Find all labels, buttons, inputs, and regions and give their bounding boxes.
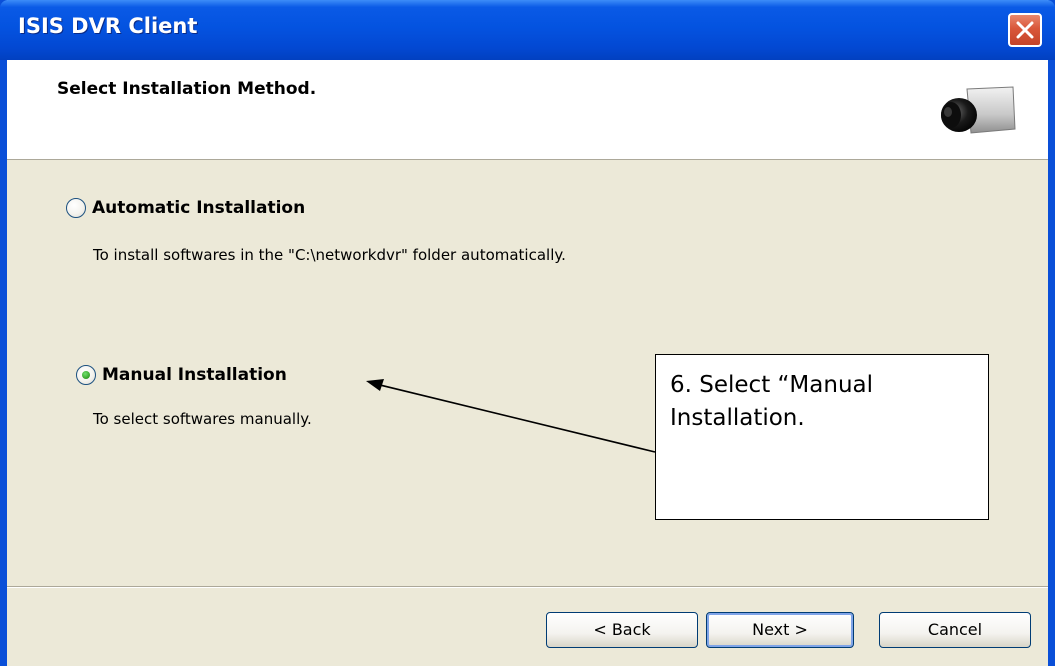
window-title: ISIS DVR Client: [18, 14, 198, 38]
close-icon: [1016, 21, 1034, 39]
next-button[interactable]: Next >: [706, 612, 854, 648]
annotation-callout: 6. Select “Manual Installation.: [655, 354, 989, 520]
back-button[interactable]: < Back: [546, 612, 698, 648]
radio-button-automatic[interactable]: [66, 198, 86, 218]
radio-manual-installation[interactable]: Manual Installation: [76, 365, 287, 385]
radio-automatic-installation[interactable]: Automatic Installation: [66, 198, 305, 218]
header-panel: Select Installation Method.: [7, 60, 1048, 160]
page-title: Select Installation Method.: [57, 79, 317, 99]
manual-installation-label[interactable]: Manual Installation: [102, 365, 287, 385]
close-button[interactable]: [1008, 13, 1042, 47]
title-bar: ISIS DVR Client: [0, 0, 1055, 60]
automatic-installation-description: To install softwares in the "C:\networkd…: [93, 246, 566, 264]
automatic-installation-label[interactable]: Automatic Installation: [92, 198, 305, 218]
camera-icon: [941, 86, 1016, 134]
cancel-button[interactable]: Cancel: [879, 612, 1031, 648]
manual-installation-description: To select softwares manually.: [93, 410, 312, 428]
footer-divider: [7, 586, 1048, 588]
annotation-text: 6. Select “Manual Installation.: [670, 372, 874, 431]
radio-button-manual[interactable]: [76, 365, 96, 385]
